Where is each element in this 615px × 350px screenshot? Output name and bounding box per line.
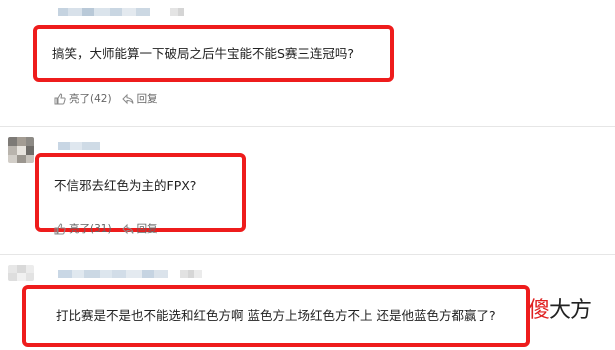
comment-text-2: 不信邪去红色为主的FPX? bbox=[54, 178, 197, 193]
username-3-blurred bbox=[58, 270, 168, 278]
watermark-logo: 傻大方 bbox=[528, 298, 592, 324]
avatar-3-blurred bbox=[8, 265, 34, 281]
watermark-chars-dark: 大方 bbox=[549, 298, 592, 323]
thumbs-up-icon bbox=[54, 92, 66, 105]
like-button-2[interactable]: 亮了(31) bbox=[54, 221, 112, 236]
reply-button-1[interactable]: 回复 bbox=[121, 91, 158, 106]
like-count-label-2: 亮了(31) bbox=[69, 223, 112, 235]
thumbs-up-icon bbox=[54, 222, 66, 235]
like-button-1[interactable]: 亮了(42) bbox=[54, 91, 112, 106]
comment-actions-1: 亮了(42) 回复 bbox=[54, 91, 168, 106]
like-count-label-1: 亮了(42) bbox=[69, 93, 112, 105]
watermark-char-red: 傻 bbox=[528, 298, 550, 323]
reply-button-2[interactable]: 回复 bbox=[121, 221, 158, 236]
username-1-blurred bbox=[58, 8, 150, 16]
reply-arrow-icon bbox=[121, 223, 134, 235]
reply-label-1: 回复 bbox=[136, 93, 158, 105]
reply-arrow-icon bbox=[121, 93, 134, 105]
username-2-blurred bbox=[58, 142, 100, 150]
comment-divider-2 bbox=[0, 254, 615, 255]
avatar-2-blurred bbox=[8, 137, 34, 163]
username-1-meta-blurred bbox=[170, 8, 184, 16]
comment-text-3: 打比赛是不是也不能选和红色方啊 蓝色方上场红色方不上 还是他蓝色方都赢了? bbox=[56, 308, 496, 323]
reply-label-2: 回复 bbox=[136, 223, 158, 235]
username-3-meta-blurred bbox=[180, 270, 202, 278]
comment-divider-1 bbox=[0, 126, 615, 127]
comment-actions-2: 亮了(31) 回复 bbox=[54, 221, 168, 236]
comment-text-1: 搞笑，大师能算一下破局之后牛宝能不能S赛三连冠吗? bbox=[52, 46, 355, 61]
